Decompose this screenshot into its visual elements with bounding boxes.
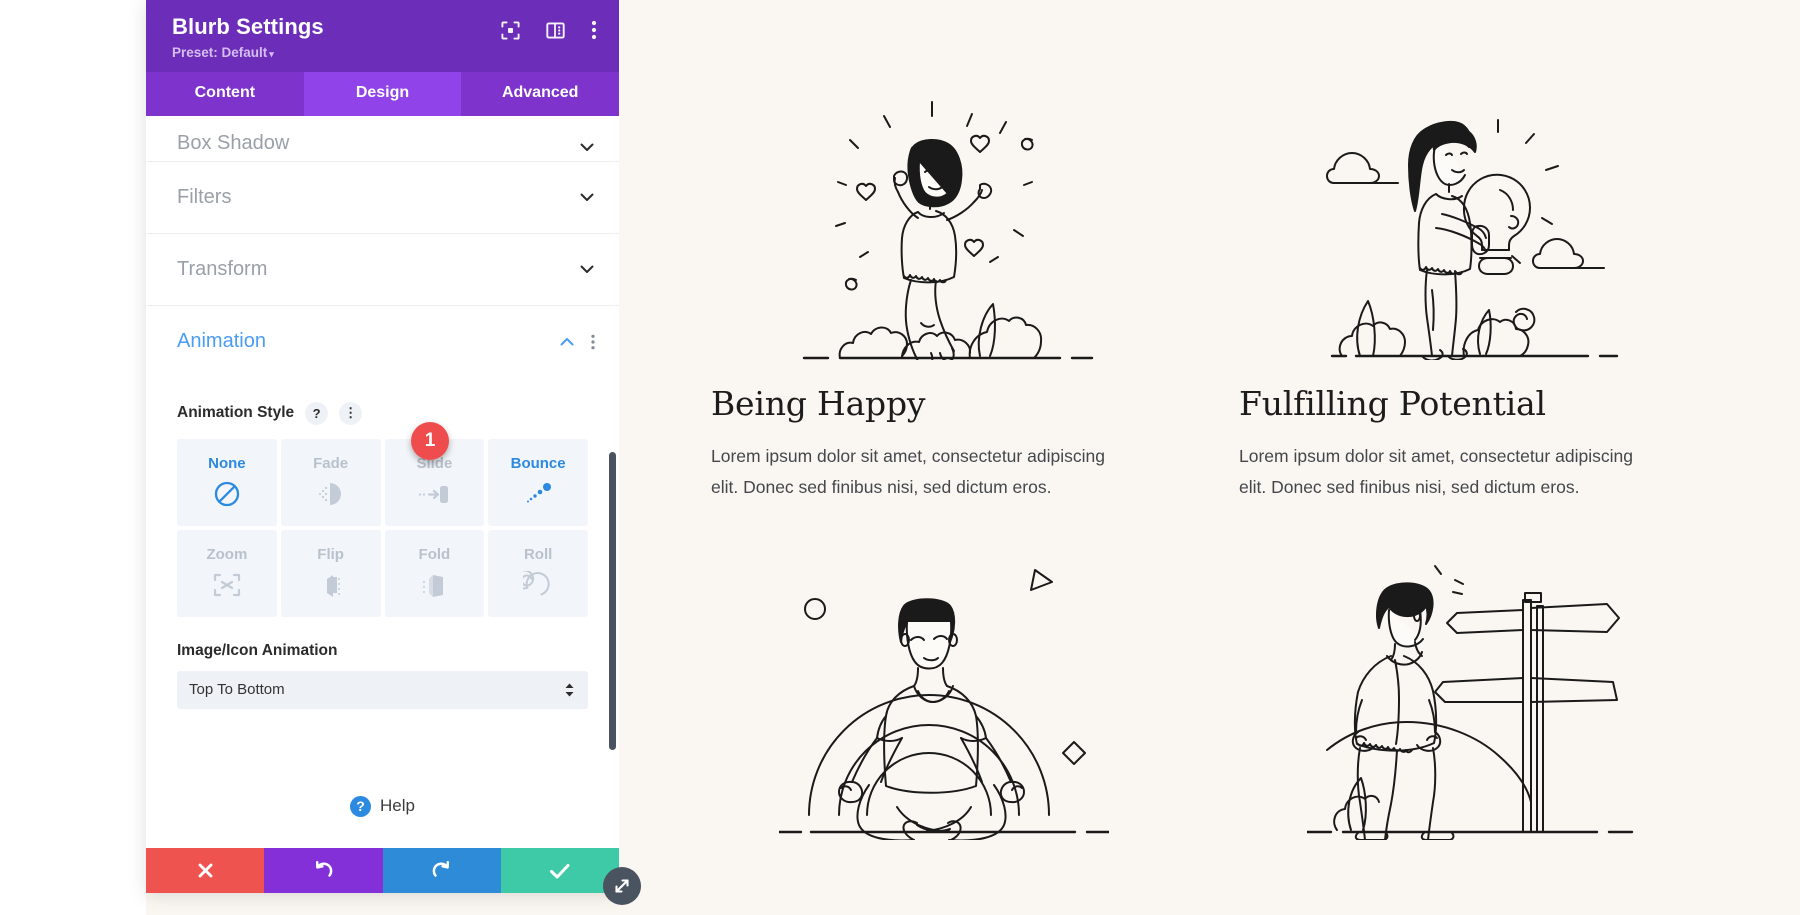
preset-selector[interactable]: Preset: Default ▾ [172, 45, 595, 60]
section-animation[interactable]: Animation [146, 306, 619, 378]
chevron-up-icon[interactable] [559, 334, 575, 350]
panel-footer [146, 848, 619, 893]
section-box-shadow[interactable]: Box Shadow [146, 116, 619, 162]
section-box-shadow-label: Box Shadow [177, 131, 290, 154]
blurb-settings-panel: Blurb Settings Preset: Default ▾ Content… [146, 0, 620, 893]
animation-option-zoom-label: Zoom [206, 546, 248, 563]
focus-frame-icon[interactable] [501, 20, 520, 40]
undo-button[interactable] [264, 848, 383, 893]
animation-option-zoom[interactable]: Zoom [177, 529, 277, 617]
woman-holding-lightbulb-illustration [1239, 60, 1704, 360]
animation-option-roll[interactable]: Roll [488, 529, 588, 617]
woman-celebrating-illustration [711, 60, 1176, 360]
preset-label: Preset: Default [172, 44, 268, 60]
select-spinner-icon [564, 682, 575, 698]
help-link[interactable]: ? Help [177, 795, 588, 817]
chevron-down-icon[interactable] [579, 139, 595, 155]
animation-style-label-row: Animation Style ? ⋮ [177, 401, 588, 425]
panel-header-icons [501, 20, 597, 40]
tab-advanced[interactable]: Advanced [461, 71, 620, 116]
section-transform-label: Transform [177, 257, 268, 280]
blurb-card[interactable]: Fulfilling Potential Lorem ipsum dolor s… [1239, 60, 1704, 502]
animation-option-fade[interactable]: Fade [280, 438, 381, 526]
blurb-title: Fulfilling Potential [1239, 384, 1546, 423]
flip-icon [316, 570, 346, 600]
blurb-title: Being Happy [711, 384, 926, 423]
animation-option-flip[interactable]: Flip [280, 529, 381, 617]
vertical-dots-icon[interactable] [591, 20, 597, 40]
animation-section-body: Animation Style ? ⋮ None Fade Slide Boun… [146, 378, 619, 817]
blurb-card[interactable] [711, 560, 1176, 848]
page-preview-canvas: Being Happy Lorem ipsum dolor sit amet, … [619, 0, 1800, 915]
blurb-body-text: Lorem ipsum dolor sit amet, consectetur … [711, 446, 1105, 497]
section-animation-options-icon[interactable] [591, 334, 595, 350]
image-icon-animation-label: Image/Icon Animation [177, 641, 338, 659]
animation-style-label: Animation Style [177, 404, 295, 421]
animation-style-grid: None Fade Slide Bounce Zoom Flip Fold Ro… [177, 421, 588, 617]
section-animation-label: Animation [177, 330, 266, 352]
panel-resize-handle[interactable] [603, 867, 641, 905]
panel-scrollbar[interactable] [609, 451, 616, 750]
fold-icon [419, 570, 449, 600]
roll-spiral-icon [523, 570, 553, 600]
slide-icon [417, 479, 451, 509]
image-icon-animation-select[interactable]: Top To Bottom [177, 670, 588, 709]
app-root: Blurb Settings Preset: Default ▾ Content… [0, 0, 1800, 915]
man-meditating-illustration [711, 560, 1176, 841]
fade-icon [316, 479, 346, 509]
no-entry-icon [213, 479, 241, 509]
tab-content[interactable]: Content [146, 71, 304, 116]
animation-style-options-icon[interactable]: ⋮ [339, 401, 363, 425]
animation-option-fold-label: Fold [418, 546, 451, 563]
help-question-icon[interactable]: ? [305, 401, 329, 425]
man-at-signpost-illustration [1239, 560, 1704, 841]
section-transform[interactable]: Transform [146, 234, 619, 306]
blurb-body-text: Lorem ipsum dolor sit amet, consectetur … [1239, 446, 1633, 497]
animation-option-bounce-label: Bounce [510, 455, 566, 472]
cancel-button[interactable] [146, 848, 265, 893]
tab-design[interactable]: Design [303, 71, 462, 116]
help-label: Help [380, 796, 415, 815]
animation-option-roll-label: Roll [523, 546, 553, 563]
panel-scroll-content: Box Shadow Filters Transform Animation A… [146, 116, 619, 849]
animation-option-flip-label: Flip [317, 546, 344, 563]
blurb-card[interactable] [1239, 560, 1704, 848]
left-edge-strip [0, 0, 146, 915]
caret-down-icon: ▾ [269, 48, 274, 59]
animation-option-none-label: None [208, 455, 246, 472]
panel-header: Blurb Settings Preset: Default ▾ [146, 0, 619, 72]
layout-panel-icon[interactable] [546, 21, 565, 40]
section-filters-label: Filters [177, 185, 232, 208]
bounce-icon [522, 479, 554, 509]
animation-option-fade-label: Fade [313, 455, 349, 472]
animation-option-none[interactable]: None [177, 438, 277, 526]
animation-option-fold[interactable]: Fold [384, 529, 485, 617]
save-button[interactable] [500, 848, 619, 893]
zoom-arrows-icon [212, 570, 242, 600]
chevron-down-icon[interactable] [579, 189, 595, 205]
blurb-card[interactable]: Being Happy Lorem ipsum dolor sit amet, … [711, 60, 1176, 502]
chevron-down-icon[interactable] [579, 261, 595, 277]
help-circle-icon: ? [350, 795, 372, 817]
redo-button[interactable] [382, 848, 501, 893]
section-filters[interactable]: Filters [146, 162, 619, 234]
image-icon-animation-value: Top To Bottom [189, 681, 285, 698]
panel-tabs: Content Design Advanced [146, 71, 620, 116]
panel-body: Box Shadow Filters Transform Animation A… [146, 115, 619, 849]
step-marker-badge: 1 [411, 421, 449, 460]
animation-option-bounce[interactable]: Bounce [488, 438, 588, 526]
